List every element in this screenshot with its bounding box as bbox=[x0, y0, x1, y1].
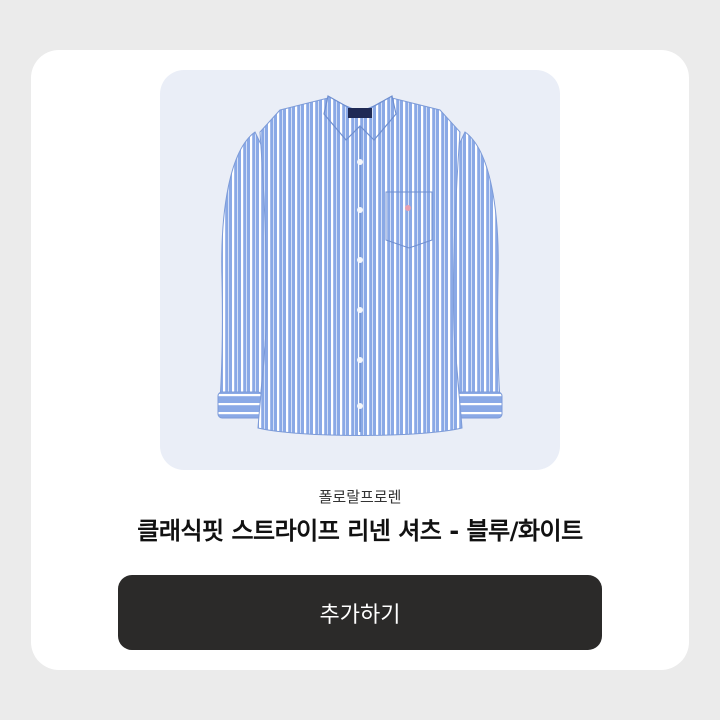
brand-name: 폴로랄프로렌 bbox=[318, 488, 402, 506]
product-card: 폴로랄프로렌 클래식핏 스트라이프 리넨 셔츠 - 블루/화이트 추가하기 bbox=[31, 50, 689, 670]
product-image[interactable] bbox=[160, 70, 560, 470]
add-button[interactable]: 추가하기 bbox=[118, 575, 602, 650]
product-title: 클래식핏 스트라이프 리넨 셔츠 - 블루/화이트 bbox=[137, 517, 583, 545]
shirt-image bbox=[217, 95, 503, 436]
